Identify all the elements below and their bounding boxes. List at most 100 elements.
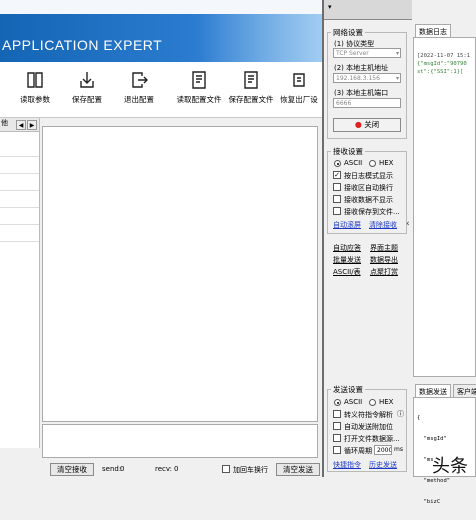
book-icon — [27, 72, 43, 88]
panel-menu-icon[interactable]: ▾ — [328, 3, 332, 11]
exit-config-button[interactable]: 退出配置 — [114, 68, 164, 114]
port-input[interactable]: 6666 — [333, 98, 401, 108]
export-link[interactable]: 数据导出 — [370, 255, 398, 265]
tab-client-label: 客户端 — [457, 388, 476, 396]
recv-hex-radio[interactable] — [369, 160, 376, 167]
loop-period-unit: ms — [394, 446, 403, 453]
auto-append-checkbox[interactable] — [333, 422, 341, 430]
recv-ascii-radio[interactable] — [334, 160, 341, 167]
log-mode-checkbox[interactable]: ✓ — [333, 171, 341, 179]
auto-answer-link[interactable]: 自动应答 — [333, 243, 361, 253]
read-config-file-button[interactable]: 读取配置文件 — [174, 68, 224, 114]
hide-data-checkbox[interactable] — [333, 195, 341, 203]
tab-data-send[interactable]: 数据发送 — [415, 384, 451, 398]
auto-wrap-label: 接收区自动换行 — [344, 184, 393, 192]
read-params-label: 读取参数 — [20, 95, 50, 104]
loop-period-label: 循环周期 — [344, 447, 372, 455]
list-item[interactable] — [0, 140, 39, 157]
send-count-label: send: — [102, 465, 122, 473]
auto-scroll-link[interactable]: 自动滚屏 — [333, 220, 361, 230]
file-source-checkbox[interactable] — [333, 434, 341, 442]
host-value: 192.168.3.156 — [336, 75, 380, 82]
save-to-file-checkbox[interactable] — [333, 207, 341, 215]
read-params-button[interactable]: 读取参数 — [10, 68, 60, 114]
save-config-label: 保存配置 — [72, 95, 102, 104]
loop-period-input[interactable]: 2000 — [374, 445, 392, 455]
file-save-icon — [244, 71, 258, 89]
host-select[interactable]: 192.168.3.156 ▾ — [333, 73, 401, 83]
send-hex-radio[interactable] — [369, 399, 376, 406]
scroll-left-icon[interactable]: ◀ — [16, 120, 26, 130]
recv-ascii-label: ASCII — [344, 159, 363, 167]
send-count-value: 0 — [120, 465, 125, 473]
protocol-select[interactable]: TCP Server ▾ — [333, 48, 401, 58]
read-config-file-label: 读取配置文件 — [176, 95, 222, 104]
protocol-value: TCP Server — [336, 50, 369, 57]
loop-period-value: 2000 — [377, 447, 392, 454]
recv-hex-label: HEX — [379, 159, 394, 167]
restore-factory-label: 恢复出厂设 — [280, 95, 318, 104]
list-item[interactable] — [0, 191, 39, 208]
port-label: (3) 本地主机端口 — [334, 89, 389, 97]
data-line: { — [417, 415, 421, 421]
shortcut-commands-link[interactable]: 快捷指令 — [333, 460, 361, 470]
file-source-label: 打开文件数据源... — [344, 435, 400, 443]
tip-link[interactable]: 点聚打赏 — [370, 267, 398, 277]
clear-receive-button[interactable]: 清空接收 — [50, 463, 94, 476]
clear-send-button[interactable]: 清空发送 — [276, 463, 320, 476]
escape-parse-label: 转义符指令解析 — [344, 411, 393, 419]
theme-link[interactable]: 界面主题 — [370, 243, 398, 253]
auto-wrap-checkbox[interactable] — [333, 183, 341, 191]
loop-period-checkbox[interactable] — [333, 446, 341, 454]
save-config-button[interactable]: 保存配置 — [62, 68, 112, 114]
list-item[interactable] — [0, 225, 39, 242]
ascii-table-link[interactable]: ASCII/表 — [333, 267, 361, 277]
scroll-right-icon[interactable]: ▶ — [27, 120, 37, 130]
hide-data-label: 接收数据不显示 — [344, 196, 393, 204]
title-strip — [0, 0, 322, 14]
batch-send-link[interactable]: 批量发送 — [333, 255, 361, 265]
tab-data-log[interactable]: 数据日志 — [415, 24, 451, 38]
send-input[interactable] — [42, 424, 318, 458]
auto-append-label: 自动发送附加位 — [344, 423, 393, 431]
add-newline-label: 加回车换行 — [233, 466, 268, 474]
watermark: 头条 — [432, 456, 468, 477]
status-dot-icon: ● — [354, 120, 362, 129]
close-connection-label: 关闭 — [364, 120, 380, 129]
save-config-file-button[interactable]: 保存配置文件 — [226, 68, 276, 114]
receive-area[interactable] — [42, 126, 318, 422]
banner-gloss — [200, 14, 322, 62]
recv-count-label: recv: — [155, 465, 172, 473]
app-banner: APPLICATION EXPERT — [0, 0, 322, 62]
send-hex-label: HEX — [379, 398, 394, 406]
chevron-down-icon: ▾ — [395, 75, 399, 82]
status-bar: 清空接收 send: 0 recv: 0 加回车换行 清空发送 — [40, 460, 322, 477]
send-ascii-label: ASCII — [344, 398, 363, 406]
receive-settings-legend: 接收设置 — [333, 147, 363, 156]
log-line: st":{"SSI":1}] — [417, 69, 464, 75]
toolbar: 读取参数 保存配置 退出配置 读取配置文件 保存配置文件 恢复出厂设 — [0, 62, 322, 118]
tab-data-send-label: 数据发送 — [419, 388, 447, 396]
info-icon[interactable]: ⓘ — [397, 409, 404, 419]
file-icon — [192, 71, 206, 89]
banner-title: APPLICATION EXPERT — [2, 37, 163, 53]
send-history-link[interactable]: 历史发送 — [369, 460, 397, 470]
data-log-area[interactable]: [2022-11-07 15:1 {"msgId":"90790 st":{"S… — [413, 37, 476, 377]
send-ascii-radio[interactable] — [334, 399, 341, 406]
clear-receive-link[interactable]: 清除接收 — [369, 220, 397, 230]
close-connection-button[interactable]: ● 关闭 — [333, 118, 401, 132]
device-list-panel: 他 — [0, 118, 40, 448]
restore-factory-button[interactable]: 恢复出厂设 — [276, 68, 322, 114]
exit-icon — [132, 72, 148, 88]
data-line: "bizC — [417, 499, 441, 505]
list-item[interactable] — [0, 157, 39, 174]
list-item[interactable] — [0, 208, 39, 225]
tab-data-log-label: 数据日志 — [419, 28, 447, 36]
add-newline-checkbox[interactable] — [222, 465, 230, 473]
exit-config-label: 退出配置 — [124, 95, 154, 104]
list-item[interactable] — [0, 174, 39, 191]
recv-count-value: 0 — [174, 465, 179, 473]
tab-client[interactable]: 客户端 — [453, 384, 476, 398]
escape-parse-checkbox[interactable] — [333, 410, 341, 418]
restore-icon — [293, 73, 305, 87]
